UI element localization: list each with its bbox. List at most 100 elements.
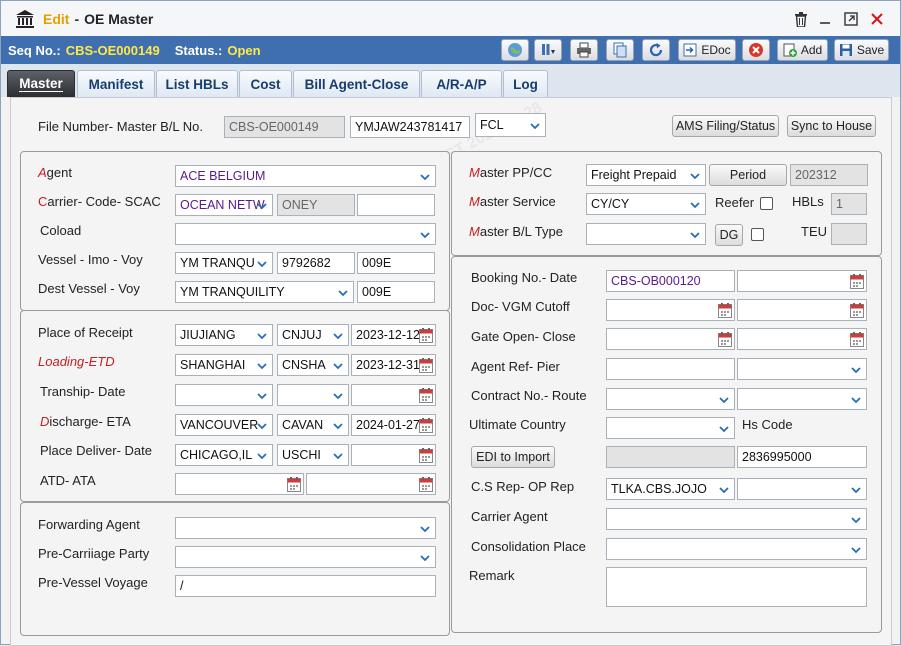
carrier-scac-field[interactable] xyxy=(357,194,435,216)
discharge-code-select[interactable]: CAVAN xyxy=(277,414,349,436)
gate-close-field[interactable] xyxy=(737,328,867,350)
tab-manifest[interactable]: Manifest xyxy=(77,70,155,97)
deliver-date-field[interactable] xyxy=(351,444,436,466)
calendar-icon[interactable] xyxy=(850,274,864,289)
gate-open-field[interactable] xyxy=(606,328,735,350)
ata-date-field[interactable] xyxy=(306,473,436,495)
reefer-checkbox[interactable] xyxy=(760,197,773,210)
consolidation-place-select[interactable] xyxy=(606,538,867,560)
tab-bill-agent-close[interactable]: Bill Agent-Close xyxy=(293,70,420,97)
dest-voyage-field[interactable]: 009E xyxy=(357,281,435,303)
dest-vessel-select[interactable]: YM TRANQUILITY xyxy=(175,281,354,303)
edi-to-import-button[interactable]: EDI to Import xyxy=(471,446,555,468)
agent-select[interactable]: ACE BELGIUM xyxy=(175,165,436,187)
calendar-icon[interactable] xyxy=(718,303,732,318)
deliver-code-value: USCHI xyxy=(282,448,321,462)
globe-button[interactable] xyxy=(501,39,529,61)
booking-date-field[interactable] xyxy=(737,270,867,292)
booking-no-field[interactable]: CBS-OB000120 xyxy=(606,270,735,292)
file-number-field[interactable]: CBS-OE000149 xyxy=(224,116,345,138)
calendar-icon[interactable] xyxy=(718,332,732,347)
save-button[interactable]: Save xyxy=(834,39,889,61)
loading-date-field[interactable]: 2023-12-31 xyxy=(351,354,436,376)
edoc-button[interactable]: EDoc xyxy=(678,39,736,61)
loading-place-select[interactable]: SHANGHAI xyxy=(175,354,273,376)
sync-to-house-button[interactable]: Sync to House xyxy=(787,115,876,137)
vgm-cutoff-field[interactable] xyxy=(737,299,867,321)
carrier-select[interactable]: OCEAN NETW xyxy=(175,194,273,216)
tranship-code-select[interactable] xyxy=(277,384,349,406)
carrier-agent-select[interactable] xyxy=(606,508,867,530)
hs-code-field[interactable]: 2836995000 xyxy=(737,446,867,468)
voyage-field[interactable]: 009E xyxy=(357,252,435,274)
ultimate-country-select[interactable] xyxy=(606,417,735,439)
column-settings-button[interactable] xyxy=(534,39,562,61)
receipt-date-field[interactable]: 2023-12-12 xyxy=(351,324,436,346)
contract-select[interactable] xyxy=(606,388,735,410)
atd-date-field[interactable] xyxy=(175,473,304,495)
close-icon[interactable] xyxy=(867,9,887,29)
trash-icon[interactable] xyxy=(791,9,811,29)
dg-button[interactable]: DG xyxy=(715,224,743,246)
print-button[interactable] xyxy=(570,39,598,61)
carrier-code-field[interactable]: ONEY xyxy=(277,194,355,216)
master-bl-field[interactable]: YMJAW243781417 xyxy=(350,116,470,138)
tranship-date-field[interactable] xyxy=(351,384,436,406)
period-button[interactable]: Period xyxy=(709,164,787,186)
calendar-icon[interactable] xyxy=(419,477,433,492)
pier-select[interactable] xyxy=(737,358,867,380)
doc-cutoff-field[interactable] xyxy=(606,299,735,321)
add-button[interactable]: Add xyxy=(777,39,828,61)
tab-cost[interactable]: Cost xyxy=(239,70,292,97)
tranship-place-select[interactable] xyxy=(175,384,273,406)
tab-list-hbls[interactable]: List HBLs xyxy=(156,70,238,97)
dg-checkbox[interactable] xyxy=(751,228,764,241)
carrier-value: OCEAN NETW xyxy=(180,198,265,212)
calendar-icon[interactable] xyxy=(850,303,864,318)
calendar-icon[interactable] xyxy=(419,328,433,343)
calendar-icon[interactable] xyxy=(419,358,433,373)
master-ppcc-select[interactable]: Freight Prepaid xyxy=(586,164,706,186)
remark-textarea[interactable] xyxy=(606,567,867,607)
tab-master[interactable]: Master xyxy=(7,70,75,97)
period-field[interactable]: 202312 xyxy=(790,164,868,186)
pre-vessel-field[interactable]: / xyxy=(175,575,436,597)
minimize-icon[interactable] xyxy=(815,9,835,29)
receipt-place-select[interactable]: JIUJIANG xyxy=(175,324,273,346)
master-service-select[interactable]: CY/CY xyxy=(586,193,706,215)
edi-status-field[interactable] xyxy=(606,446,735,468)
ams-filing-button[interactable]: AMS Filing/Status xyxy=(672,115,779,137)
pre-carriage-select[interactable] xyxy=(175,546,436,568)
deliver-code-select[interactable]: USCHI xyxy=(277,444,349,466)
copy-button[interactable] xyxy=(606,39,634,61)
agent-ref-field[interactable] xyxy=(606,358,735,380)
op-rep-select[interactable] xyxy=(737,478,867,500)
tab-log[interactable]: Log xyxy=(503,70,548,97)
cancel-button[interactable] xyxy=(742,39,770,61)
discharge-date-field[interactable]: 2024-01-27 xyxy=(351,414,436,436)
route-select[interactable] xyxy=(737,388,867,410)
calendar-icon[interactable] xyxy=(419,388,433,403)
cs-rep-select[interactable]: TLKA.CBS.JOJO xyxy=(606,478,735,500)
loading-code-select[interactable]: CNSHA xyxy=(277,354,349,376)
calendar-icon[interactable] xyxy=(419,418,433,433)
teu-field[interactable] xyxy=(831,223,867,245)
hbls-field[interactable]: 1 xyxy=(831,193,867,215)
forwarding-agent-select[interactable] xyxy=(175,517,436,539)
calendar-icon[interactable] xyxy=(850,332,864,347)
receipt-code-select[interactable]: CNJUJ xyxy=(277,324,349,346)
load-type-select[interactable]: FCL xyxy=(475,113,546,137)
imo-field[interactable]: 9792682 xyxy=(277,252,355,274)
deliver-place-select[interactable]: CHICAGO,IL xyxy=(175,444,273,466)
tab-master-label: Master xyxy=(19,76,63,92)
refresh-button[interactable] xyxy=(642,39,670,61)
vessel-select[interactable]: YM TRANQU xyxy=(175,252,273,274)
master-bl-type-select[interactable] xyxy=(586,223,706,245)
calendar-icon[interactable] xyxy=(419,448,433,463)
calendar-icon[interactable] xyxy=(287,477,301,492)
discharge-place-select[interactable]: VANCOUVER xyxy=(175,414,273,436)
coload-select[interactable] xyxy=(175,223,436,245)
tab-ar-ap[interactable]: A/R-A/P xyxy=(421,70,502,97)
maximize-icon[interactable] xyxy=(841,9,861,29)
chevron-down-icon xyxy=(256,390,268,402)
